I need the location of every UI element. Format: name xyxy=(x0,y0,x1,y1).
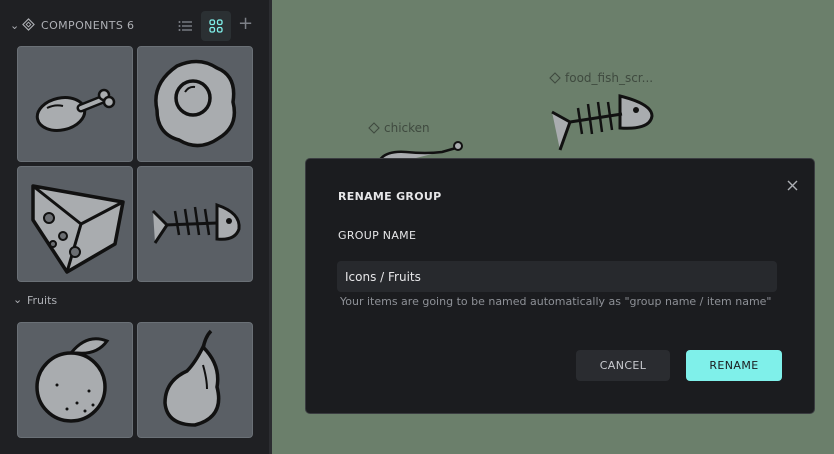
components-header: ⌄ COMPONENTS 6 + xyxy=(0,0,272,48)
canvas-label-chicken[interactable]: chicken xyxy=(368,121,430,135)
component-icon xyxy=(549,72,561,84)
component-thumb-pear[interactable] xyxy=(137,322,253,438)
component-thumb-chicken[interactable] xyxy=(17,46,133,162)
rename-button[interactable]: RENAME xyxy=(686,350,782,381)
close-button[interactable] xyxy=(782,175,802,195)
chevron-down-icon[interactable]: ⌄ xyxy=(10,19,19,32)
component-icon xyxy=(22,18,35,31)
components-sidebar: ⌄ COMPONENTS 6 + ⌄ Fruits xyxy=(0,0,272,454)
canvas-label-text: food_fish_scr... xyxy=(565,71,654,85)
components-count: 6 xyxy=(127,19,134,32)
list-icon xyxy=(178,21,192,31)
canvas-fish-object[interactable] xyxy=(548,90,658,156)
fried-egg-icon xyxy=(154,59,237,148)
chevron-down-icon[interactable]: ⌄ xyxy=(13,293,22,306)
component-thumb-fish-scraps[interactable] xyxy=(137,166,253,282)
chicken-icon xyxy=(35,88,116,132)
list-view-button[interactable] xyxy=(170,11,200,41)
canvas-label-text: chicken xyxy=(384,121,430,135)
component-thumb-cheese[interactable] xyxy=(17,166,133,282)
component-thumb-fried-egg[interactable] xyxy=(137,46,253,162)
pear-icon xyxy=(163,329,221,427)
cancel-button[interactable]: CANCEL xyxy=(576,350,670,381)
cheese-icon xyxy=(31,184,125,274)
canvas-label-fish[interactable]: food_fish_scr... xyxy=(549,71,653,85)
close-icon xyxy=(787,180,797,190)
add-component-button[interactable]: + xyxy=(238,14,253,34)
group-name-input[interactable] xyxy=(337,261,777,292)
grid-view-button[interactable] xyxy=(201,11,231,41)
orange-icon xyxy=(35,337,110,423)
grid-icon xyxy=(209,19,223,33)
dialog-title: RENAME GROUP xyxy=(338,190,442,203)
group-name-label: GROUP NAME xyxy=(338,229,417,242)
rename-hint: Your items are going to be named automat… xyxy=(340,295,772,308)
group-label: Fruits xyxy=(27,294,58,307)
components-title: COMPONENTS xyxy=(41,19,124,32)
component-icon xyxy=(368,122,380,134)
fish-bones-icon xyxy=(151,202,241,244)
component-thumb-orange[interactable] xyxy=(17,322,133,438)
